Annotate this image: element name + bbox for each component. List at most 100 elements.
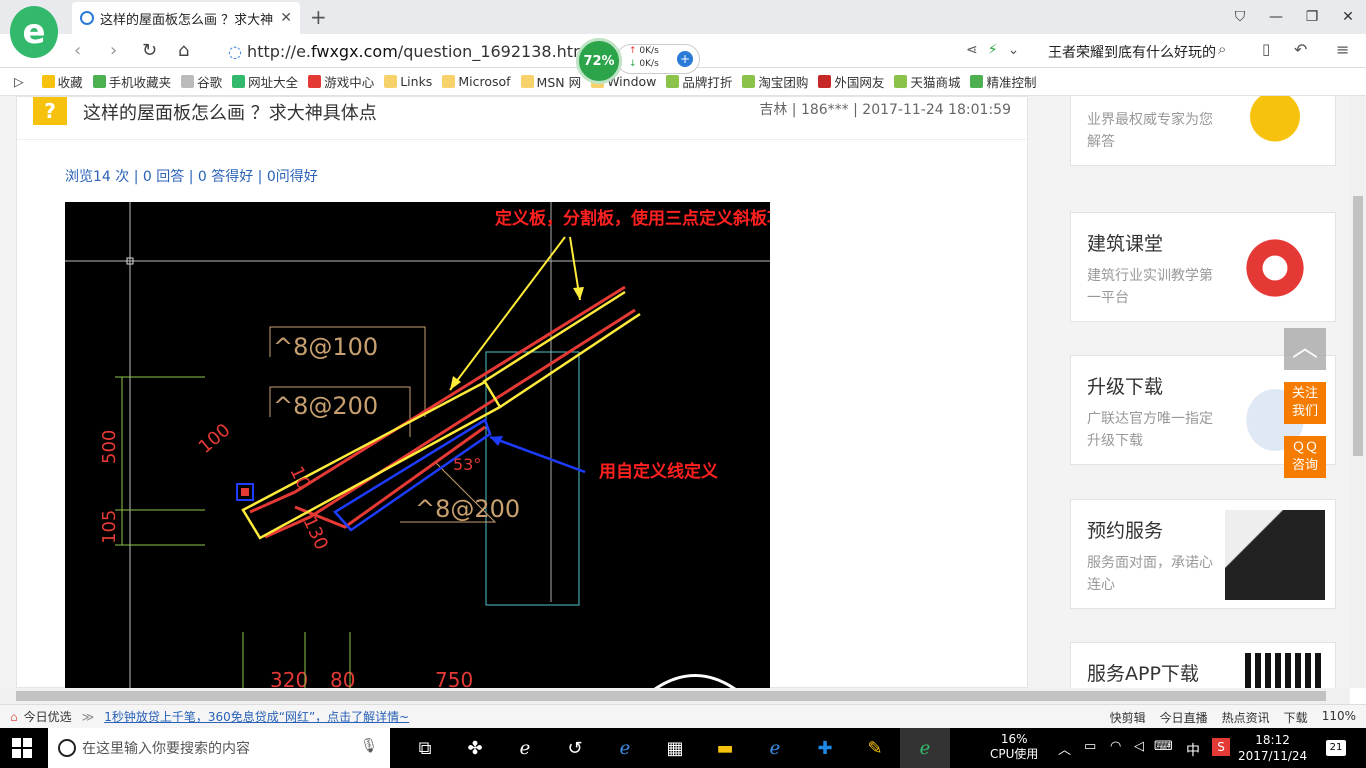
mobile-icon[interactable]: ▯ (1262, 40, 1270, 58)
lightning-icon[interactable]: ⚡ (988, 42, 998, 58)
sidebar-card-title: 预约服务 (1087, 520, 1164, 542)
speedup-plus-icon[interactable]: + (677, 51, 693, 67)
cad-dim-320: 320 (270, 668, 308, 688)
chevron-down-icon[interactable]: ⌄ (1008, 42, 1020, 58)
fan-app-icon[interactable]: ✤ (450, 728, 500, 768)
ime-indicator[interactable]: 中 (1186, 740, 1200, 760)
sidebar-card-title: 问专家提问 (1087, 96, 1182, 100)
bookmark-label: 外国网友 (834, 75, 885, 90)
share-icon[interactable]: ⋖ (966, 42, 978, 58)
microphone-icon[interactable]: 🎙 (360, 738, 378, 754)
tab-close-icon[interactable]: ✕ (280, 10, 292, 26)
back-icon[interactable]: ‹ (74, 40, 81, 61)
status-item[interactable]: 快剪辑 (1110, 709, 1146, 726)
bookmark-item[interactable]: 游戏中心 (308, 72, 374, 91)
cad-dim-500: 500 (99, 430, 120, 464)
sidebar-toggle-icon[interactable]: ▷ (14, 74, 24, 89)
cad-note-blue: 用自定义线定义 (599, 461, 718, 482)
bookmark-item[interactable]: 外国网友 (818, 72, 884, 91)
notification-badge[interactable]: 21 (1326, 740, 1346, 756)
chevron-icon: ≫ (81, 709, 95, 724)
taskbar-apps: ⧉ ✤ ℯ ↺ ℯ ▦ ▬ ℯ ✚ ✎ ℯ (400, 728, 950, 768)
edge-icon[interactable]: ℯ (600, 728, 650, 768)
question-panel: ? 这样的屋面板怎么画 ？求大神具体点 吉林 | 186*** | 2017-1… (16, 96, 1029, 688)
sidebar-card[interactable]: 建筑课堂 建筑行业实训教学第一平台 (1070, 212, 1336, 322)
sidebar-card[interactable]: 问专家提问业界最权威专家为您解答 (1070, 96, 1336, 166)
status-item[interactable]: 热点资讯 (1222, 709, 1270, 726)
ie-app-icon[interactable]: ℯ (500, 728, 550, 768)
sidebar-card[interactable]: 服务APP下载 (1070, 642, 1336, 688)
search-icon[interactable]: ⌕ (1218, 40, 1226, 58)
upload-arrow-icon: ↑ (629, 46, 637, 56)
status-item[interactable]: 下载 (1284, 709, 1308, 726)
horizontal-scroll-thumb[interactable] (16, 691, 1326, 701)
cad-rebar-1: ^8@100 (273, 333, 378, 361)
horizontal-scrollbar[interactable] (0, 688, 1350, 704)
bookmark-item[interactable]: 收藏 (41, 72, 83, 91)
browser-task-icon[interactable]: ℯ (900, 728, 950, 768)
network-speed-widget[interactable]: ↑ 0K/s ↓ 0K/s + 72% (576, 38, 702, 84)
spiral-app-icon[interactable]: ↺ (550, 728, 600, 768)
bookmark-item[interactable]: 淘宝团购 (742, 72, 808, 91)
sogou-input-icon[interactable]: S (1212, 738, 1230, 756)
internet-explorer-icon[interactable]: ℯ (750, 728, 800, 768)
vertical-scroll-thumb[interactable] (1353, 196, 1363, 456)
browser-logo-icon[interactable]: e (10, 6, 58, 58)
today-picks[interactable]: 今日优选 (24, 708, 72, 725)
tab-active[interactable]: 这样的屋面板怎么画 ？求大神具 ✕ (72, 2, 300, 34)
battery-icon[interactable]: ▭ (1084, 739, 1096, 754)
store-icon[interactable]: ▦ (650, 728, 700, 768)
follow-us-button[interactable]: 关注 我们 (1284, 382, 1326, 424)
forward-icon[interactable]: › (110, 40, 117, 61)
keyboard-icon[interactable]: ⌨ (1154, 739, 1173, 754)
refresh-icon[interactable]: ↻ (142, 40, 157, 61)
question-meta: 吉林 | 186*** | 2017-11-24 18:01:59 (759, 102, 1011, 118)
task-view-icon[interactable]: ⧉ (400, 728, 450, 768)
search-input[interactable]: 王者荣耀到底有什么好玩的 (1040, 38, 1240, 64)
download-arrow-icon: ↓ (629, 59, 637, 69)
status-bar: ⌂ 今日优选 ≫ 1秒钟放贷上千笔，360免息贷成“网红”，点击了解详情~ 快剪… (0, 704, 1366, 728)
windows-start-icon[interactable] (12, 738, 32, 758)
back-to-top-button[interactable]: ︿ (1284, 328, 1326, 370)
close-window-icon[interactable]: ✕ (1330, 0, 1366, 34)
question-stats[interactable]: 浏览14 次 | 0 回答 | 0 答得好 | 0问得好 (65, 166, 318, 186)
sidebar-card[interactable]: 预约服务 服务面对面，承诺心连心 (1070, 499, 1336, 609)
bookmark-item[interactable]: 谷歌 (181, 72, 222, 91)
tray-up-icon[interactable]: ︿ (1058, 739, 1071, 758)
minimize-icon[interactable]: — (1258, 0, 1294, 34)
wifi-icon[interactable]: ◠ (1110, 739, 1121, 754)
qq-consult-button[interactable]: ＱＱ 咨询 (1284, 436, 1326, 478)
status-item[interactable]: 110% (1322, 709, 1356, 726)
bookmark-item[interactable]: 精准控制 (970, 72, 1036, 91)
cpu-monitor[interactable]: 16% CPU使用 (990, 732, 1038, 762)
remote-app-icon[interactable]: ✚ (800, 728, 850, 768)
clock[interactable]: 18:12 2017/11/24 (1238, 732, 1307, 764)
taskbar-search-input[interactable]: 在这里输入你要搜索的内容 🎙 (48, 728, 390, 768)
divider (17, 139, 1029, 140)
news-link[interactable]: 1秒钟放贷上千笔，360免息贷成“网红”，点击了解详情~ (104, 708, 409, 725)
sidebar-card-desc: 业界最权威专家为您解答 (1087, 112, 1213, 150)
menu-icon[interactable]: ≡ (1336, 40, 1349, 59)
bookmark-label: 精准控制 (986, 75, 1037, 90)
address-bar[interactable]: ◌ http://e.fwxgx.com/question_1692138.ht… (228, 42, 593, 61)
status-item[interactable]: 今日直播 (1160, 709, 1208, 726)
bookmark-item[interactable]: 手机收藏夹 (92, 72, 171, 91)
shirt-skin-icon[interactable]: ⛉ (1222, 0, 1258, 34)
undo-icon[interactable]: ↶ (1294, 40, 1307, 59)
file-explorer-icon[interactable]: ▬ (700, 728, 750, 768)
cad-dim-105: 105 (99, 510, 120, 544)
bookmark-label: Microsof (458, 74, 511, 89)
bookmark-item[interactable]: 天猫商城 (894, 72, 960, 91)
home-icon[interactable]: ⌂ (178, 40, 189, 61)
volume-icon[interactable]: ◁ (1134, 739, 1144, 754)
bookmark-icon (41, 75, 55, 88)
new-tab-icon[interactable]: + (310, 5, 327, 29)
restore-icon[interactable]: ❐ (1294, 0, 1330, 34)
bookmark-item[interactable]: MSN 网 (520, 72, 581, 91)
speed-box: ↑ 0K/s ↓ 0K/s + (616, 44, 700, 74)
bookmark-item[interactable]: 网址大全 (232, 72, 298, 91)
bookmark-item[interactable]: Microsof (442, 74, 511, 89)
notes-app-icon[interactable]: ✎ (850, 728, 900, 768)
vertical-scrollbar[interactable] (1350, 96, 1366, 688)
bookmark-item[interactable]: Links (384, 74, 432, 89)
